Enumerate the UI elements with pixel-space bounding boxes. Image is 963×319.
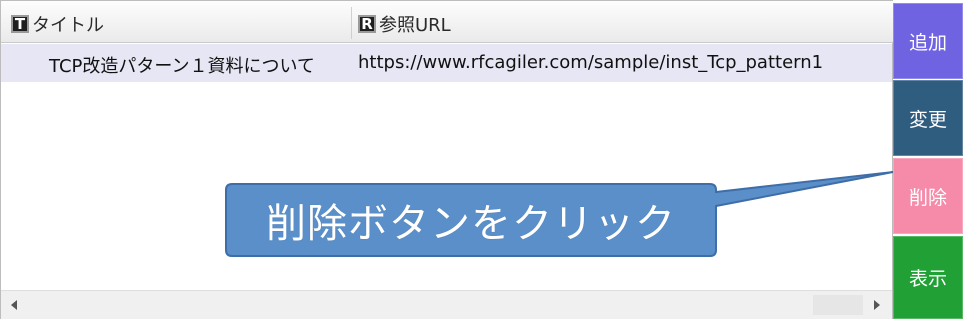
column-header-url[interactable]: R 参照URL bbox=[358, 13, 451, 36]
horizontal-scrollbar[interactable] bbox=[1, 290, 892, 319]
cell-url: https://www.rfcagiler.com/sample/inst_Tc… bbox=[358, 52, 824, 73]
table-row[interactable]: TCP改造パターン１資料について https://www.rfcagiler.c… bbox=[1, 44, 892, 82]
column-header-title[interactable]: T タイトル bbox=[11, 13, 104, 36]
add-button[interactable]: 追加 bbox=[893, 3, 963, 79]
grid-header: T タイトル R 参照URL bbox=[1, 1, 894, 43]
column-divider[interactable] bbox=[351, 7, 352, 39]
text-type-icon: T bbox=[11, 15, 29, 33]
delete-button[interactable]: 削除 bbox=[893, 158, 963, 234]
cell-title: TCP改造パターン１資料について bbox=[49, 56, 315, 77]
reference-type-icon: R bbox=[358, 15, 376, 33]
callout-text: 削除ボタンをクリック bbox=[266, 201, 676, 247]
scroll-left-arrow-icon[interactable] bbox=[11, 300, 17, 310]
show-button[interactable]: 表示 bbox=[893, 236, 963, 319]
scroll-thumb[interactable] bbox=[813, 295, 863, 315]
column-header-title-label: タイトル bbox=[32, 15, 104, 36]
column-header-url-label: 参照URL bbox=[379, 15, 451, 36]
change-button[interactable]: 変更 bbox=[893, 80, 963, 156]
record-grid: T タイトル R 参照URL TCP改造パターン１資料について https://… bbox=[0, 0, 894, 319]
scroll-right-arrow-icon[interactable] bbox=[874, 300, 880, 310]
